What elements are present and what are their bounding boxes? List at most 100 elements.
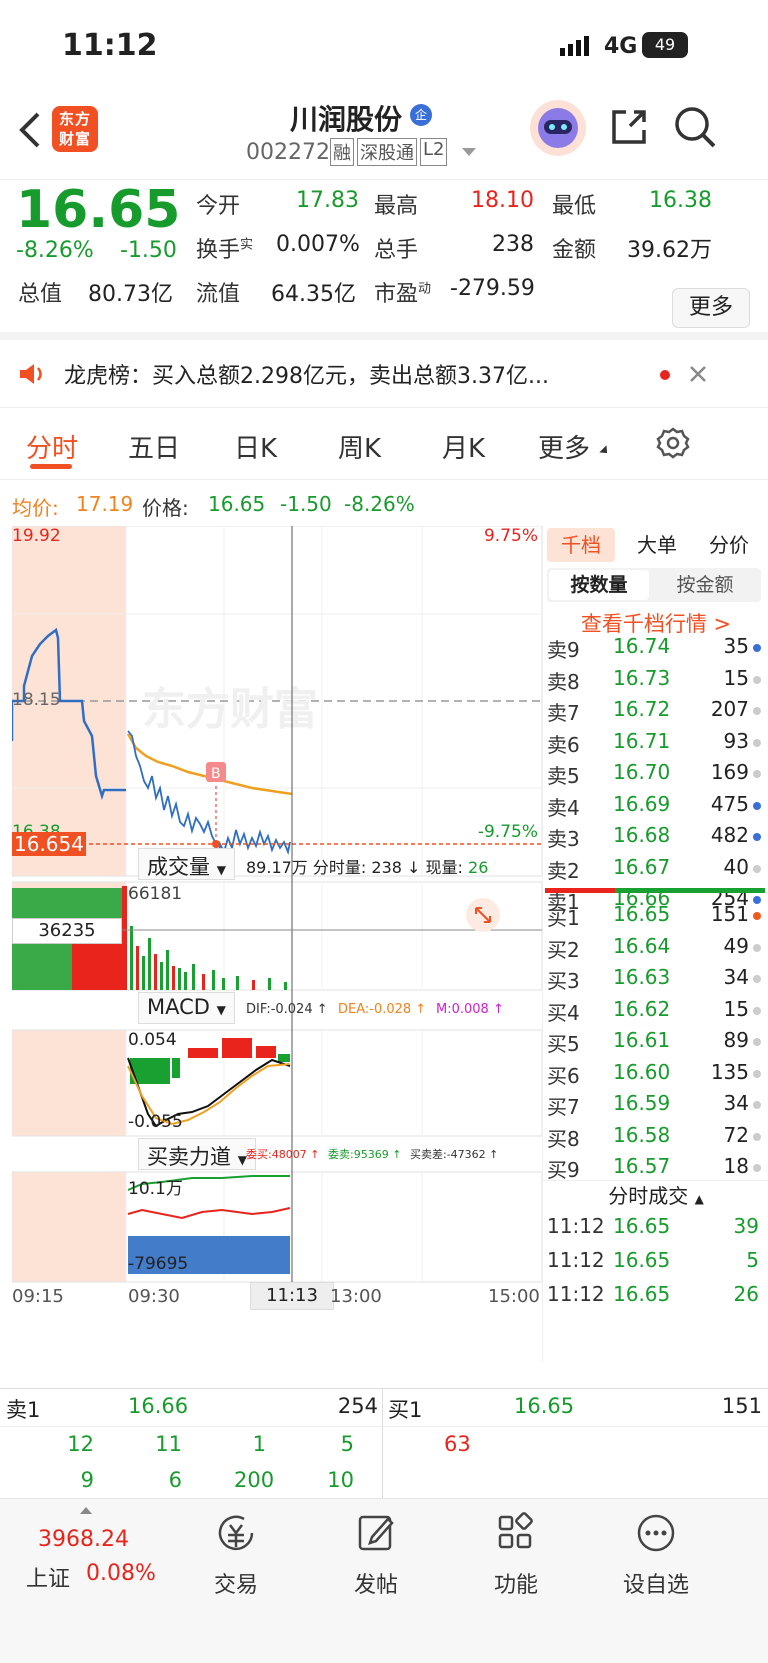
robot-assistant-icon[interactable]: [530, 100, 586, 156]
tab-weekly-k[interactable]: 周K: [338, 428, 381, 465]
power-indicator-selector[interactable]: 买卖力道 ▼: [138, 1138, 256, 1170]
level-label: 卖2: [547, 858, 580, 883]
pct-axis-low: -9.75%: [477, 822, 538, 842]
index-value[interactable]: 3968.24: [38, 1527, 129, 1552]
dropdown-triangle-icon[interactable]: [462, 148, 476, 156]
level-indicator-dot: [753, 975, 761, 983]
subtab-by-quantity[interactable]: 按数量: [549, 570, 649, 600]
macd-dea: DEA:-0.028 ↑: [338, 1002, 427, 1017]
stock-header-nav: 东方财富 川润股份 企 002272 融 深股通 L2: [0, 96, 768, 180]
bid-level-row[interactable]: 买7 16.59 34: [543, 1091, 768, 1123]
macd-indicator-selector[interactable]: MACD ▼: [138, 992, 235, 1024]
level-price: 16.68: [613, 823, 671, 847]
depth-tab-price-split[interactable]: 分价: [695, 528, 763, 562]
quote-panel: 16.65 -8.26% -1.50 总值 80.73亿 今开 17.83 最高…: [0, 180, 768, 340]
level-price: 16.65: [613, 902, 671, 926]
toolbar-post[interactable]: 发帖: [316, 1567, 436, 1599]
intraday-chart[interactable]: 东方财富 B 19.92 18.15 9.75% -9.75% 16.654 成…: [12, 526, 542, 1362]
bid-level-row[interactable]: 买2 16.64 49: [543, 934, 768, 966]
bid-level-row[interactable]: 买5 16.61 89: [543, 1028, 768, 1060]
index-expand-caret-icon[interactable]: [80, 1507, 92, 1514]
ask-level-row[interactable]: 卖2 16.67 40: [543, 855, 768, 887]
macd-dif: DIF:-0.024 ↑: [246, 1002, 328, 1017]
field-high: 18.10: [471, 188, 534, 213]
subtab-by-amount[interactable]: 按金额: [655, 570, 755, 600]
field-label-low: 最低: [552, 194, 597, 219]
tab-monthly-k[interactable]: 月K: [442, 428, 485, 465]
tab-intraday[interactable]: 分时: [26, 428, 78, 465]
level-volume: 35: [723, 634, 749, 658]
app-logo[interactable]: 东方财富: [52, 106, 98, 152]
minute-volume-value: 238: [371, 858, 402, 877]
level-label: 买9: [547, 1158, 580, 1182]
minute-volume-label: 分时量:: [312, 858, 367, 877]
network-label: 4G: [604, 34, 638, 59]
level-label: 买5: [547, 1032, 580, 1056]
toolbar-add-watchlist[interactable]: 设自选: [596, 1567, 716, 1599]
level-price: 16.60: [613, 1059, 671, 1084]
buy-marker-text: B: [211, 766, 221, 782]
bid-level-row[interactable]: 买4 16.62 15: [543, 997, 768, 1029]
level-price: 16.69: [613, 791, 671, 816]
speaker-icon: [18, 362, 46, 386]
news-ticker[interactable]: 龙虎榜：买入总额2.298亿元，卖出总额3.37亿...: [0, 340, 768, 408]
tag-level2: L2: [420, 138, 448, 166]
volume-stats: 89.17万 分时量: 238 ↓ 现量: 26: [246, 854, 488, 878]
bid-level-row[interactable]: 买1 16.65 151: [543, 902, 768, 934]
level-label: 卖6: [547, 732, 580, 757]
ask-level-row[interactable]: 卖7 16.72 207: [543, 697, 768, 729]
depth-tab-thousand[interactable]: 千档: [547, 528, 615, 562]
tab-five-day[interactable]: 五日: [128, 428, 180, 465]
bid-level-row[interactable]: 买6 16.60 135: [543, 1060, 768, 1092]
ask-level-row[interactable]: 卖5 16.70 169: [543, 760, 768, 792]
trade-yen-icon[interactable]: [214, 1511, 258, 1555]
level-indicator-dot: [753, 943, 761, 952]
ask-level-row[interactable]: 卖3 16.68 482: [543, 823, 768, 855]
toolbar-function[interactable]: 功能: [456, 1567, 576, 1599]
time-label-0915: 09:15: [12, 1286, 64, 1307]
level-label: 卖3: [547, 827, 580, 851]
bid-level-row[interactable]: 买3 16.63 34: [543, 965, 768, 997]
level-label: 买8: [547, 1126, 580, 1151]
depth-subtabs: 按数量 按金额: [547, 568, 761, 602]
enterprise-badge-text: 企: [414, 108, 427, 122]
trade-time: 11:12: [547, 1248, 605, 1272]
stock-tags: 融 深股通 L2: [330, 138, 448, 166]
function-grid-icon[interactable]: [494, 1511, 538, 1555]
field-label-amount: 金额: [552, 238, 597, 263]
volume-indicator-selector[interactable]: 成交量 ▼: [138, 848, 235, 880]
macd-top-label: 0.054: [128, 1030, 177, 1050]
search-icon[interactable]: [672, 104, 718, 150]
toolbar-trade[interactable]: 交易: [176, 1567, 296, 1599]
level-volume: 89: [723, 1028, 749, 1052]
settings-gear-icon[interactable]: [656, 426, 690, 460]
tab-daily-k[interactable]: 日K: [234, 428, 277, 465]
field-total-value: 80.73亿: [88, 282, 173, 307]
share-icon[interactable]: [608, 106, 650, 148]
ask-level-row[interactable]: 卖6 16.71 93: [543, 729, 768, 761]
bid-level-row[interactable]: 买8 16.58 72: [543, 1123, 768, 1155]
sell-queue-item: 12: [67, 1432, 94, 1456]
level-volume: 18: [723, 1154, 749, 1178]
battery-level: 49: [654, 35, 676, 54]
sell-queue-item: 10: [327, 1468, 354, 1492]
post-edit-icon[interactable]: [354, 1511, 398, 1555]
trades-title[interactable]: 分时成交 ▲: [543, 1180, 768, 1210]
add-watchlist-icon[interactable]: [634, 1511, 678, 1555]
expand-chart-icon[interactable]: [466, 898, 500, 932]
level-indicator-dot: [753, 1164, 761, 1172]
ask-level-row[interactable]: 卖9 16.74 35: [543, 634, 768, 666]
back-icon[interactable]: [14, 110, 48, 150]
level-indicator-dot: [753, 1069, 761, 1078]
ask-level-row[interactable]: 卖4 16.69 475: [543, 792, 768, 824]
level-label: 卖4: [547, 795, 580, 820]
tab-more[interactable]: 更多: [538, 428, 590, 465]
time-label-0930: 09:30: [128, 1286, 180, 1307]
close-icon[interactable]: [688, 364, 708, 384]
level-price: 16.58: [613, 1122, 671, 1147]
level-indicator-dot: [753, 1132, 761, 1141]
more-quote-button[interactable]: 更多: [672, 288, 750, 328]
level-label: 买3: [547, 969, 580, 993]
depth-tab-large-order[interactable]: 大单: [623, 528, 691, 562]
ask-level-row[interactable]: 卖8 16.73 15: [543, 666, 768, 698]
